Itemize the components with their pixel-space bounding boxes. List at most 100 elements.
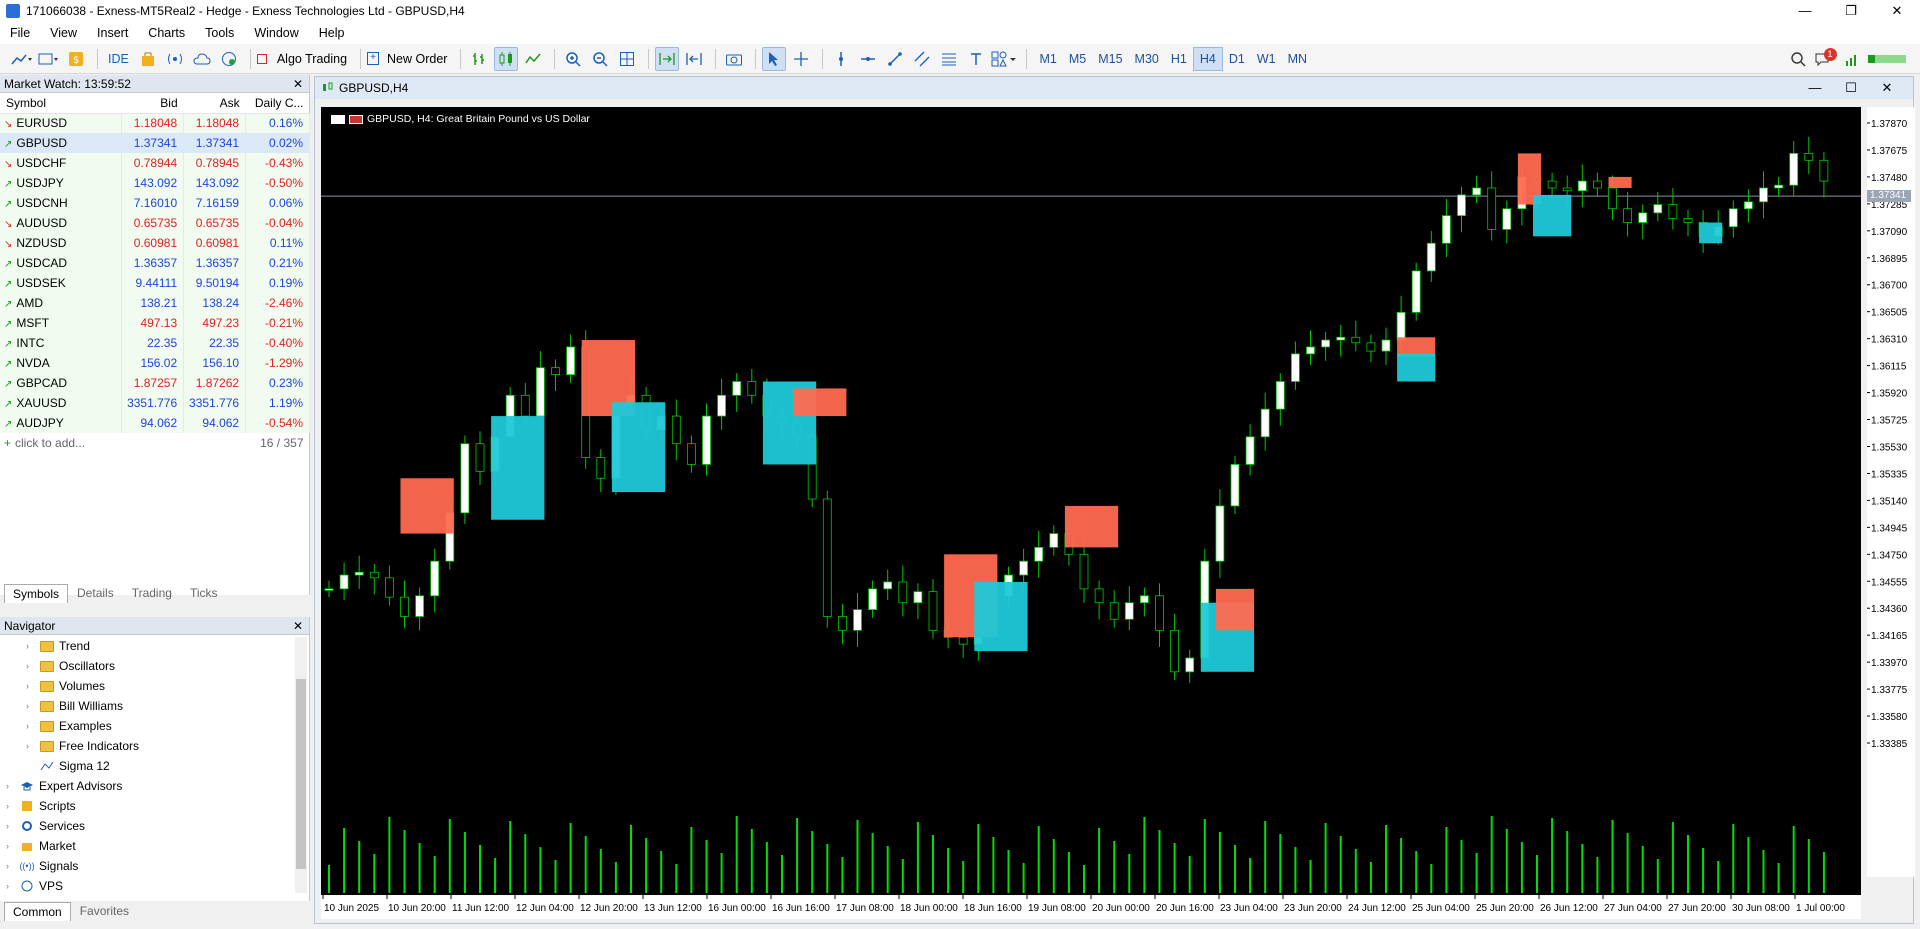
col-bid[interactable]: Bid — [121, 93, 184, 114]
col-symbol[interactable]: Symbol — [0, 93, 122, 114]
add-symbol-cell[interactable]: + click to add... — [0, 433, 122, 453]
tab-trading[interactable]: Trading — [123, 583, 181, 603]
menu-window[interactable]: Window — [244, 26, 308, 40]
navigator-item[interactable]: › Examples — [0, 716, 309, 736]
navigator-item[interactable]: › Bill Williams — [0, 696, 309, 716]
market-watch-row[interactable]: ↗ NVDA 156.02 156.10 -1.29% — [0, 353, 310, 373]
bar-chart-icon[interactable] — [467, 47, 491, 71]
timeframe-m30[interactable]: M30 — [1129, 47, 1165, 71]
market-watch-row[interactable]: ↘ EURUSD 1.18048 1.18048 0.16% — [0, 113, 310, 133]
symbol-cell[interactable]: ↗ USDSEK — [0, 273, 123, 293]
auto-scroll-icon[interactable] — [655, 46, 680, 71]
navigator-item[interactable]: › Market — [0, 836, 309, 856]
expand-icon[interactable]: › — [26, 721, 36, 731]
expand-icon[interactable]: › — [26, 681, 36, 691]
expand-icon[interactable]: › — [26, 701, 36, 711]
market-watch-row[interactable]: ↗ MSFT 497.13 497.23 -0.21% — [0, 313, 310, 333]
menu-tools[interactable]: Tools — [195, 26, 244, 40]
timeframe-m1[interactable]: M1 — [1033, 47, 1062, 71]
line-chart-icon[interactable] — [521, 47, 545, 71]
chart-shift-icon[interactable] — [682, 47, 706, 71]
vertical-line-icon[interactable] — [829, 47, 853, 71]
symbol-cell[interactable]: ↘ AUDUSD — [0, 213, 123, 233]
expand-icon[interactable]: › — [6, 821, 16, 831]
expand-icon[interactable]: › — [6, 881, 16, 891]
symbol-cell[interactable]: ↗ NVDA — [0, 353, 123, 373]
expand-icon[interactable]: › — [26, 641, 36, 651]
channel-icon[interactable] — [910, 47, 934, 71]
menu-insert[interactable]: Insert — [87, 26, 138, 40]
globe-icon[interactable] — [217, 47, 241, 71]
chart-minimize-button[interactable]: — — [1797, 80, 1833, 96]
symbol-cell[interactable]: ↗ AUDJPY — [0, 413, 123, 433]
add-symbol-row[interactable]: + click to add... 16 / 357 — [0, 433, 310, 453]
text-icon[interactable] — [964, 47, 988, 71]
market-watch-row[interactable]: ↗ USDCAD 1.36357 1.36357 0.21% — [0, 253, 310, 273]
chart-canvas[interactable]: GBPUSD, H4: Great Britain Pound vs US Do… — [321, 107, 1861, 919]
trendline-icon[interactable] — [883, 47, 907, 71]
notifications-button[interactable]: 1 — [1813, 47, 1837, 71]
market-watch-row[interactable]: ↘ NZDUSD 0.60981 0.60981 0.11% — [0, 233, 310, 253]
zoom-out-icon[interactable] — [588, 47, 612, 71]
expand-icon[interactable]: › — [6, 781, 16, 791]
navigator-item[interactable]: Sigma 12 — [0, 756, 309, 776]
market-watch-row[interactable]: ↗ USDJPY 143.092 143.092 -0.50% — [0, 173, 310, 193]
timeframe-w1[interactable]: W1 — [1251, 47, 1282, 71]
col-ask[interactable]: Ask — [183, 93, 246, 114]
navigator-item[interactable]: › ((•)) Signals — [0, 856, 309, 876]
navigator-item[interactable]: › Scripts — [0, 796, 309, 816]
close-icon[interactable]: ✕ — [293, 619, 303, 633]
ide-button[interactable]: IDE — [104, 47, 133, 71]
symbol-cell[interactable]: ↗ MSFT — [0, 313, 123, 333]
fibonacci-icon[interactable] — [937, 47, 961, 71]
new-order-button[interactable]: + New Order — [367, 47, 451, 71]
shapes-icon[interactable] — [991, 47, 1017, 71]
navigator-item[interactable]: › Services — [0, 816, 309, 836]
expand-icon[interactable]: › — [6, 841, 16, 851]
cursor-icon[interactable] — [762, 46, 787, 71]
symbol-cell[interactable]: ↘ NZDUSD — [0, 233, 123, 253]
search-icon[interactable] — [1786, 47, 1810, 71]
symbol-cell[interactable]: ↗ GBPCAD — [0, 373, 123, 393]
price-chart[interactable] — [321, 107, 1861, 895]
navigator-item[interactable]: › Volumes — [0, 676, 309, 696]
symbol-cell[interactable]: ↗ AMD — [0, 293, 123, 313]
market-watch-row[interactable]: ↗ INTC 22.35 22.35 -0.40% — [0, 333, 310, 353]
coin-icon[interactable]: $ — [64, 47, 88, 71]
tab-ticks[interactable]: Ticks — [181, 583, 227, 603]
chart-close-button[interactable]: ✕ — [1869, 80, 1905, 96]
market-watch-row[interactable]: ↗ XAUUSD 3351.776 3351.776 1.19% — [0, 393, 310, 413]
symbol-cell[interactable]: ↗ USDCAD — [0, 253, 123, 273]
market-watch-row[interactable]: ↗ GBPUSD 1.37341 1.37341 0.02% — [0, 133, 310, 153]
timeframe-m15[interactable]: M15 — [1092, 47, 1128, 71]
templates-icon[interactable] — [37, 47, 61, 71]
timeframe-mn[interactable]: MN — [1282, 47, 1313, 71]
time-axis[interactable]: 10 Jun 2025 10 Jun 20:00 11 Jun 12:00 12 Ju… — [321, 895, 1861, 919]
timeframe-h4[interactable]: H4 — [1192, 46, 1223, 71]
symbol-cell[interactable]: ↗ XAUUSD — [0, 393, 123, 413]
menu-charts[interactable]: Charts — [138, 26, 195, 40]
screenshot-icon[interactable] — [722, 47, 746, 71]
market-watch-row[interactable]: ↘ AUDUSD 0.65735 0.65735 -0.04% — [0, 213, 310, 233]
signal-broadcast-icon[interactable] — [163, 47, 187, 71]
timeframe-m5[interactable]: M5 — [1063, 47, 1092, 71]
market-watch-row[interactable]: ↗ AUDJPY 94.062 94.062 -0.54% — [0, 413, 310, 433]
chart-maximize-button[interactable]: ☐ — [1833, 80, 1869, 96]
bag-icon[interactable] — [136, 47, 160, 71]
symbol-cell[interactable]: ↘ EURUSD — [0, 113, 123, 133]
minimize-button[interactable]: — — [1782, 0, 1828, 22]
navigator-item[interactable]: › Trend — [0, 636, 309, 656]
algo-trading-button[interactable]: Algo Trading — [256, 47, 351, 71]
expand-icon[interactable]: › — [26, 741, 36, 751]
market-watch-row[interactable]: ↗ AMD 138.21 138.24 -2.46% — [0, 293, 310, 313]
zoom-in-icon[interactable] — [561, 47, 585, 71]
symbol-cell[interactable]: ↘ USDCHF — [0, 153, 123, 173]
chart-type-icon[interactable] — [10, 47, 34, 71]
tab-favorites[interactable]: Favorites — [71, 901, 138, 921]
timeframe-d1[interactable]: D1 — [1223, 47, 1251, 71]
menu-help[interactable]: Help — [309, 26, 355, 40]
horizontal-line-icon[interactable] — [856, 47, 880, 71]
tab-symbols[interactable]: Symbols — [4, 584, 69, 603]
scrollbar-thumb[interactable] — [296, 679, 306, 869]
close-icon[interactable]: ✕ — [293, 77, 303, 91]
